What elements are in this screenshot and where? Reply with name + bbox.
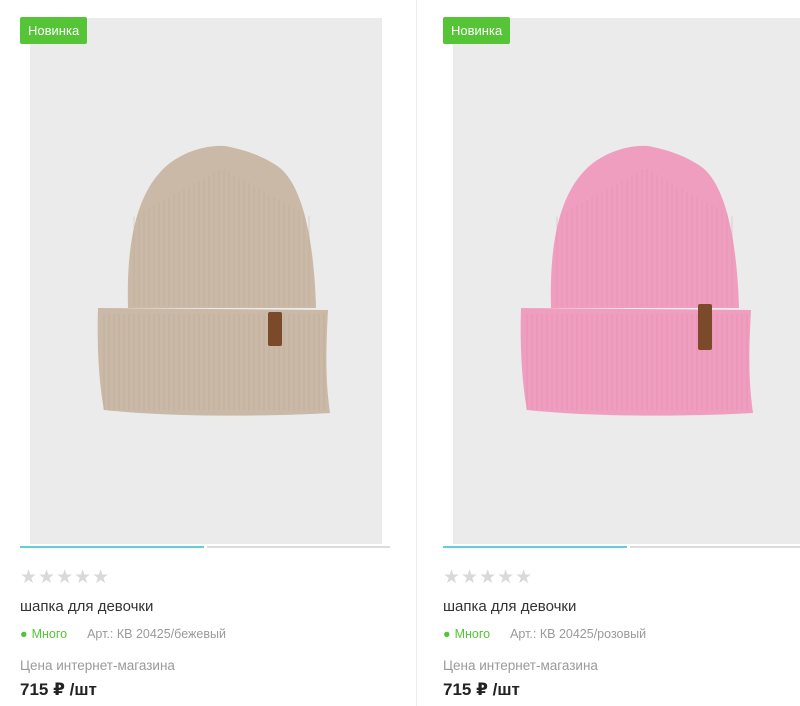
- slider-active-segment: [20, 546, 204, 548]
- product-name[interactable]: шапка для девочки: [20, 598, 153, 615]
- image-slider-indicator[interactable]: [20, 546, 390, 548]
- beanie-hat-image: [520, 145, 753, 416]
- stock-status: Много: [31, 627, 68, 641]
- price: 715 ₽ /шт: [20, 680, 97, 699]
- product-card[interactable]: Новинка ★★★★★ шапка для девочки ● Много Ар…: [20, 0, 392, 706]
- stock-row: ● Много Арт.: КВ 20425/розовый: [443, 627, 646, 641]
- price: 715 ₽ /шт: [443, 680, 520, 699]
- rating-stars[interactable]: ★★★★★: [443, 566, 533, 589]
- image-slider-indicator[interactable]: [443, 546, 800, 548]
- article-number: Арт.: КВ 20425/розовый: [510, 627, 647, 641]
- new-badge: Новинка: [443, 17, 511, 44]
- star-icon: ★★★★★: [443, 567, 534, 588]
- product-image[interactable]: [453, 18, 800, 544]
- star-icon: ★★★★★: [20, 567, 111, 588]
- article-number: Арт.: КВ 20425/бежевый: [87, 627, 226, 641]
- slider-active-segment: [443, 546, 627, 548]
- new-badge: Новинка: [20, 17, 88, 44]
- beanie-hat-image: [97, 145, 330, 416]
- product-image[interactable]: [30, 18, 382, 544]
- price-label: Цена интернет-магазина: [20, 658, 175, 673]
- product-name[interactable]: шапка для девочки: [443, 598, 576, 615]
- card-divider: [416, 0, 417, 706]
- dot-icon: ●: [443, 627, 451, 641]
- product-card[interactable]: Новинка ★★★★★ шапка для девочки ● Много Ар…: [443, 0, 800, 706]
- stock-row: ● Много Арт.: КВ 20425/бежевый: [20, 627, 226, 641]
- dot-icon: ●: [20, 627, 28, 641]
- rating-stars[interactable]: ★★★★★: [20, 566, 110, 589]
- price-label: Цена интернет-магазина: [443, 658, 598, 673]
- stock-status: Много: [454, 627, 491, 641]
